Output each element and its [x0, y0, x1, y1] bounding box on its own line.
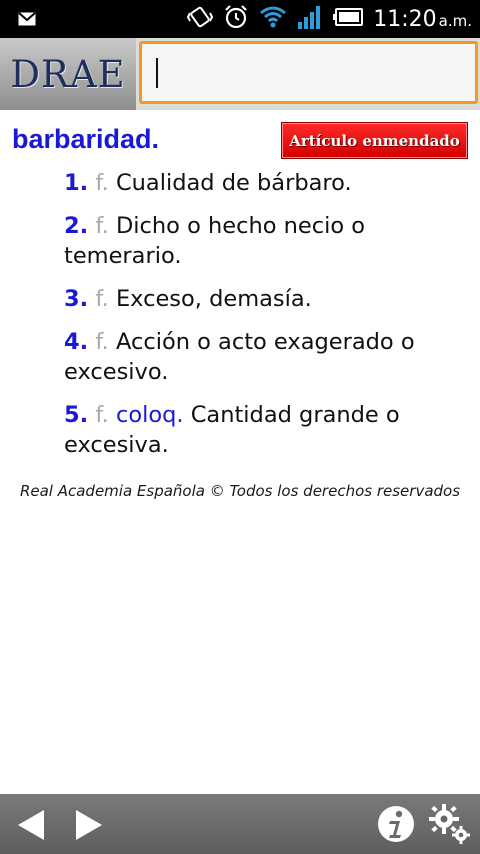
- definition-text: Dicho o hecho necio o temerario.: [64, 213, 366, 269]
- grammar-tag: f.: [95, 329, 109, 355]
- battery-icon: [333, 8, 364, 30]
- back-button[interactable]: [14, 808, 50, 842]
- header: DRAE: [0, 38, 480, 110]
- definition-item: 2. f. Dicho o hecho necio o temerario.: [64, 211, 454, 271]
- vibrate-icon: [187, 4, 214, 34]
- usage-tag-link[interactable]: coloq.: [116, 402, 184, 428]
- definition-item: 3. f. Exceso, demasía.: [64, 284, 454, 314]
- forward-arrow-icon: [76, 810, 102, 840]
- logo-text: DRAE: [10, 52, 126, 96]
- bottom-toolbar: [0, 794, 480, 854]
- copyright-note: Real Academia Española © Todos los derec…: [19, 482, 461, 500]
- definition-item: 5. f. coloq. Cantidad grande o excesiva.: [64, 400, 454, 460]
- status-bar: 11:20 a.m.: [0, 0, 480, 38]
- gear-icon: [429, 804, 470, 844]
- text-caret: [156, 58, 158, 88]
- headword: barbaridad.: [12, 124, 160, 154]
- wifi-icon: [259, 5, 287, 33]
- grammar-tag: f.: [95, 286, 109, 312]
- definition-item: 4. f. Acción o acto exagerado o excesivo…: [64, 327, 454, 387]
- definition-text: Cantidad grande o excesiva.: [64, 402, 400, 458]
- definition-number: 5.: [64, 402, 89, 428]
- definition-text: Acción o acto exagerado o excesivo.: [64, 329, 415, 385]
- definition-number: 3.: [64, 286, 89, 312]
- signal-icon: [297, 4, 323, 34]
- amended-article-badge[interactable]: Artículo enmendado: [281, 122, 468, 159]
- forward-button[interactable]: [70, 808, 106, 842]
- definition-text: Cualidad de bárbaro.: [115, 170, 352, 196]
- grammar-tag: f.: [95, 402, 109, 428]
- alarm-icon: [223, 4, 249, 34]
- grammar-tag: f.: [95, 170, 109, 196]
- info-icon: [378, 806, 414, 842]
- definition-number: 1.: [64, 170, 89, 196]
- search-input[interactable]: [142, 44, 475, 101]
- definition-number: 2.: [64, 213, 89, 239]
- status-clock: 11:20 a.m.: [373, 6, 472, 32]
- definition-text: Exceso, demasía.: [115, 286, 312, 312]
- settings-button[interactable]: [428, 802, 472, 846]
- definition-number: 4.: [64, 329, 89, 355]
- drae-logo: DRAE: [0, 38, 136, 110]
- back-arrow-icon: [18, 810, 44, 840]
- info-button[interactable]: [376, 804, 416, 844]
- mail-icon: [18, 11, 36, 30]
- definition-list: 1. f. Cualidad de bárbaro. 2. f. Dicho o…: [64, 168, 454, 473]
- grammar-tag: f.: [95, 213, 109, 239]
- definition-item: 1. f. Cualidad de bárbaro.: [64, 168, 454, 198]
- status-icons: 11:20 a.m.: [187, 0, 472, 38]
- search-box[interactable]: [139, 41, 478, 104]
- badge-label: Artículo enmendado: [289, 131, 460, 150]
- definition-content: barbaridad. Artículo enmendado 1. f. Cua…: [0, 110, 480, 794]
